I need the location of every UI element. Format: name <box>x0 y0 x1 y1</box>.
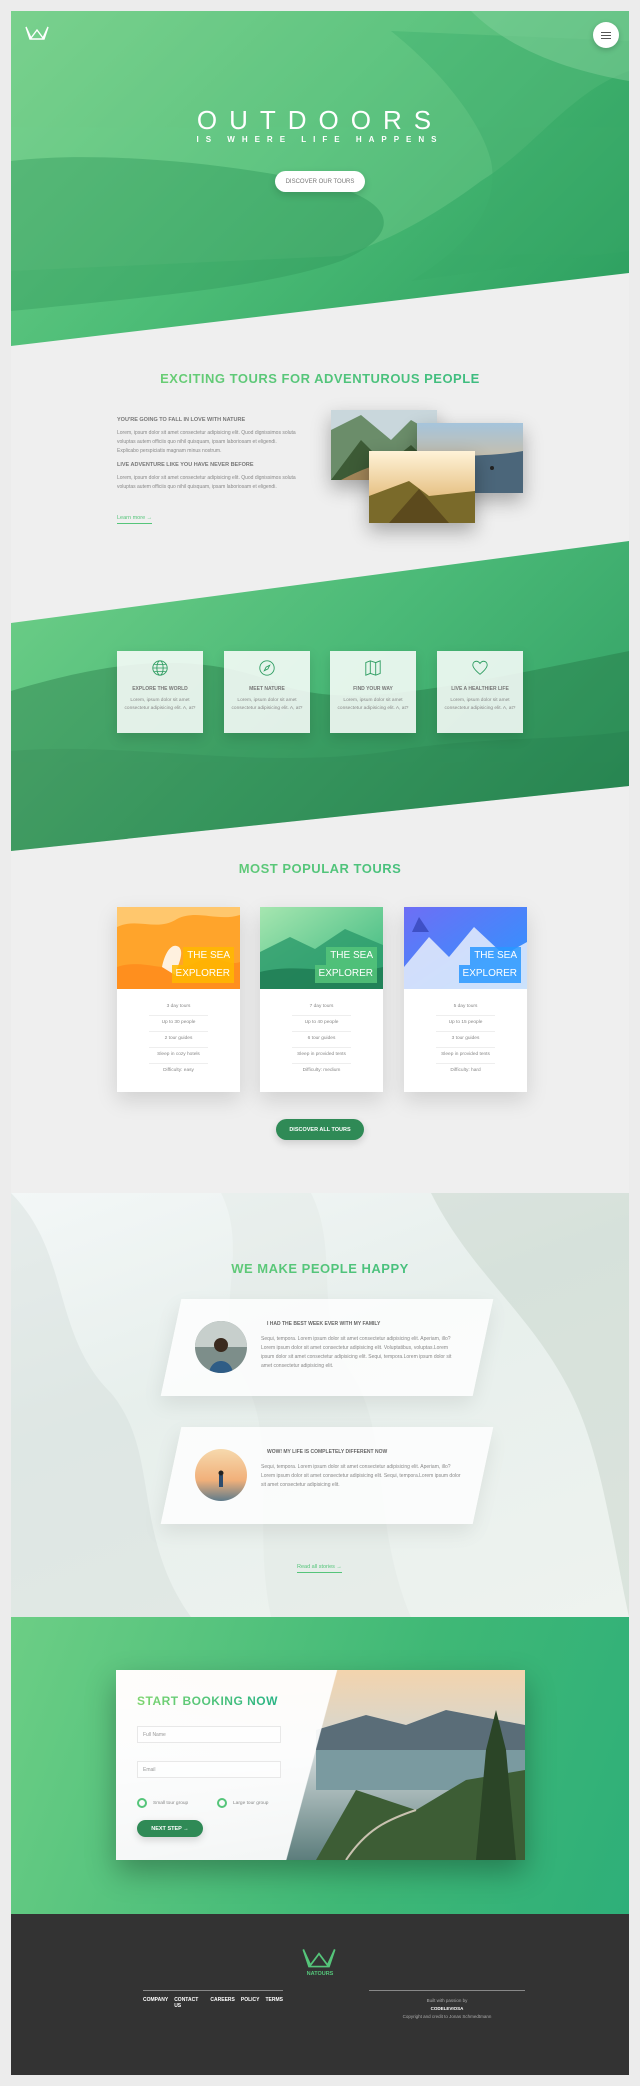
footer-link-terms[interactable]: TERMS <box>266 1997 284 2009</box>
radio-large-group[interactable]: Large tour group <box>217 1798 268 1808</box>
tour-card-image: THE SEA EXPLORER <box>404 907 527 989</box>
discover-tours-button[interactable]: DISCOVER OUR TOURS <box>275 171 365 192</box>
feature-title: MEET NATURE <box>249 686 285 692</box>
discover-all-tours-button[interactable]: DISCOVER ALL TOURS <box>276 1119 364 1140</box>
booking-section: START BOOKING NOW Full Name Email Small … <box>11 1617 629 1914</box>
footer-link-contact[interactable]: CONTACT US <box>174 1997 204 2009</box>
feature-text: Lorem, ipsum dolor sit amet consectetur … <box>337 698 409 711</box>
features-background-image <box>11 651 629 851</box>
radio-button[interactable] <box>137 1798 147 1808</box>
tour-card-details: 7 day tours Up to 40 people 6 tour guide… <box>260 989 383 1079</box>
about-paragraph-1: Lorem, ipsum dolor sit amet consectetur … <box>117 430 296 454</box>
avatar <box>195 1449 247 1501</box>
avatar <box>195 1321 247 1373</box>
hero-title: OUTDOORS <box>196 105 444 135</box>
footer-link-company[interactable]: COMPANY <box>143 1997 168 2009</box>
feature-box-health[interactable]: LIVE A HEALTHIER LIFE Lorem, ipsum dolor… <box>437 651 523 733</box>
about-photo-3[interactable] <box>369 451 475 523</box>
hero-header: OUTDOORS IS WHERE LIFE HAPPENS DISCOVER … <box>11 11 629 346</box>
tour-detail: 3 tour guides <box>404 1031 527 1047</box>
full-name-field[interactable]: Full Name <box>137 1726 281 1743</box>
footer-nav: COMPANY CONTACT US CAREERS POLICY TERMS <box>143 1990 283 2009</box>
tour-card-easy[interactable]: THE SEA EXPLORER 3 day tours Up to 30 peo… <box>117 907 240 1092</box>
tour-detail: 2 tour guides <box>117 1031 240 1047</box>
stories-background-image <box>11 1193 629 1617</box>
tour-detail: 5 day tours <box>453 1004 478 1009</box>
about-heading-1: YOU'RE GOING TO FALL IN LOVE WITH NATURE <box>117 417 246 423</box>
features-band <box>11 541 629 851</box>
page-frame: OUTDOORS IS WHERE LIFE HAPPENS DISCOVER … <box>11 11 629 2075</box>
tour-detail: Up to 40 people <box>260 1015 383 1031</box>
tour-card-medium[interactable]: THE SEA EXPLORER 7 day tours Up to 40 peo… <box>260 907 383 1092</box>
tour-detail: 3 day tours <box>166 1004 191 1009</box>
feature-title: LIVE A HEALTHIER LIFE <box>451 686 509 692</box>
heart-icon <box>472 660 488 675</box>
radio-button[interactable] <box>217 1798 227 1808</box>
tour-card-hard[interactable]: THE SEA EXPLORER 5 day tours Up to 15 peo… <box>404 907 527 1092</box>
stories-section: WE MAKE PEOPLE HAPPY I HAD THE BEST WEEK… <box>11 1193 629 1617</box>
footer-link-policy[interactable]: POLICY <box>241 1997 260 2009</box>
stories-section-title: WE MAKE PEOPLE HAPPY <box>11 1261 629 1276</box>
tour-card-title: THE SEA EXPLORER <box>171 947 234 983</box>
tour-detail: Up to 15 people <box>404 1015 527 1031</box>
about-paragraph-2: Lorem, ipsum dolor sit amet consectetur … <box>117 475 296 490</box>
tour-card-details: 5 day tours Up to 15 people 3 tour guide… <box>404 989 527 1079</box>
tour-detail: 6 tour guides <box>260 1031 383 1047</box>
about-section-title: EXCITING TOURS FOR ADVENTUROUS PEOPLE <box>11 371 629 386</box>
story-text: Sequi, tempora. Lorem ipsum dolor sit am… <box>261 1464 461 1488</box>
about-text: YOU'RE GOING TO FALL IN LOVE WITH NATURE… <box>117 417 297 492</box>
next-step-button[interactable]: NEXT STEP → <box>137 1820 203 1837</box>
tour-detail: Sleep in provided tents <box>260 1047 383 1063</box>
tour-detail: Sleep in cozy hotels <box>117 1047 240 1063</box>
footer-copyright: Built with passion by CODELEVIOSA Copyri… <box>369 1990 525 2021</box>
booking-title: START BOOKING NOW <box>137 1694 278 1708</box>
story-card[interactable]: I HAD THE BEST WEEK EVER WITH MY FAMILY … <box>160 1299 494 1396</box>
feature-text: Lorem, ipsum dolor sit amet consectetur … <box>444 698 516 711</box>
footer-logo-icon[interactable] <box>301 1948 337 1968</box>
booking-card: START BOOKING NOW Full Name Email Small … <box>116 1670 525 1860</box>
footer: NATOURS COMPANY CONTACT US CAREERS POLIC… <box>11 1914 629 2075</box>
learn-more-link[interactable]: Learn more → <box>117 515 153 524</box>
email-field[interactable]: Email <box>137 1761 281 1778</box>
radio-small-group[interactable]: Small tour group <box>137 1798 188 1808</box>
tours-section-title: MOST POPULAR TOURS <box>11 861 629 876</box>
hero-subtitle: IS WHERE LIFE HAPPENS <box>196 135 444 144</box>
globe-icon <box>152 660 168 676</box>
feature-box-nature[interactable]: MEET NATURE Lorem, ipsum dolor sit amet … <box>224 651 310 733</box>
feature-text: Lorem, ipsum dolor sit amet consectetur … <box>124 698 196 711</box>
story-heading: WOW! MY LIFE IS COMPLETELY DIFFERENT NOW <box>267 1449 388 1455</box>
compass-icon <box>259 660 275 676</box>
tour-detail: Sleep in provided tents <box>404 1047 527 1063</box>
logo-icon[interactable] <box>25 25 49 41</box>
feature-title: EXPLORE THE WORLD <box>132 686 188 692</box>
tour-detail: Difficulty: hard <box>404 1063 527 1079</box>
footer-author-link[interactable]: CODELEVIOSA <box>369 2005 525 2013</box>
feature-text: Lorem, ipsum dolor sit amet consectetur … <box>231 698 303 711</box>
tour-detail: 7 day tours <box>309 1004 334 1009</box>
tour-detail: Difficulty: medium <box>260 1063 383 1079</box>
story-heading: I HAD THE BEST WEEK EVER WITH MY FAMILY <box>267 1321 381 1327</box>
about-heading-2: LIVE ADVENTURE LIKE YOU HAVE NEVER BEFOR… <box>117 462 254 468</box>
tour-card-title: THE SEA EXPLORER <box>314 947 377 983</box>
map-icon <box>365 660 381 676</box>
feature-box-way[interactable]: FIND YOUR WAY Lorem, ipsum dolor sit ame… <box>330 651 416 733</box>
hamburger-icon <box>601 32 611 33</box>
footer-link-careers[interactable]: CAREERS <box>210 1997 234 2009</box>
tour-card-title: THE SEA EXPLORER <box>458 947 521 983</box>
story-text: Sequi, tempora. Lorem ipsum dolor sit am… <box>261 1336 452 1369</box>
menu-button[interactable] <box>593 22 619 48</box>
feature-title: FIND YOUR WAY <box>353 686 393 692</box>
feature-box-explore[interactable]: EXPLORE THE WORLD Lorem, ipsum dolor sit… <box>117 651 203 733</box>
read-all-stories-link[interactable]: Read all stories → <box>297 1564 342 1573</box>
tour-card-image: THE SEA EXPLORER <box>260 907 383 989</box>
footer-brand: NATOURS <box>306 1971 334 1977</box>
tour-card-details: 3 day tours Up to 30 people 2 tour guide… <box>117 989 240 1079</box>
tour-detail: Difficulty: easy <box>117 1063 240 1079</box>
tour-detail: Up to 30 people <box>117 1015 240 1031</box>
story-card[interactable]: WOW! MY LIFE IS COMPLETELY DIFFERENT NOW… <box>160 1427 494 1524</box>
tour-card-image: THE SEA EXPLORER <box>117 907 240 989</box>
